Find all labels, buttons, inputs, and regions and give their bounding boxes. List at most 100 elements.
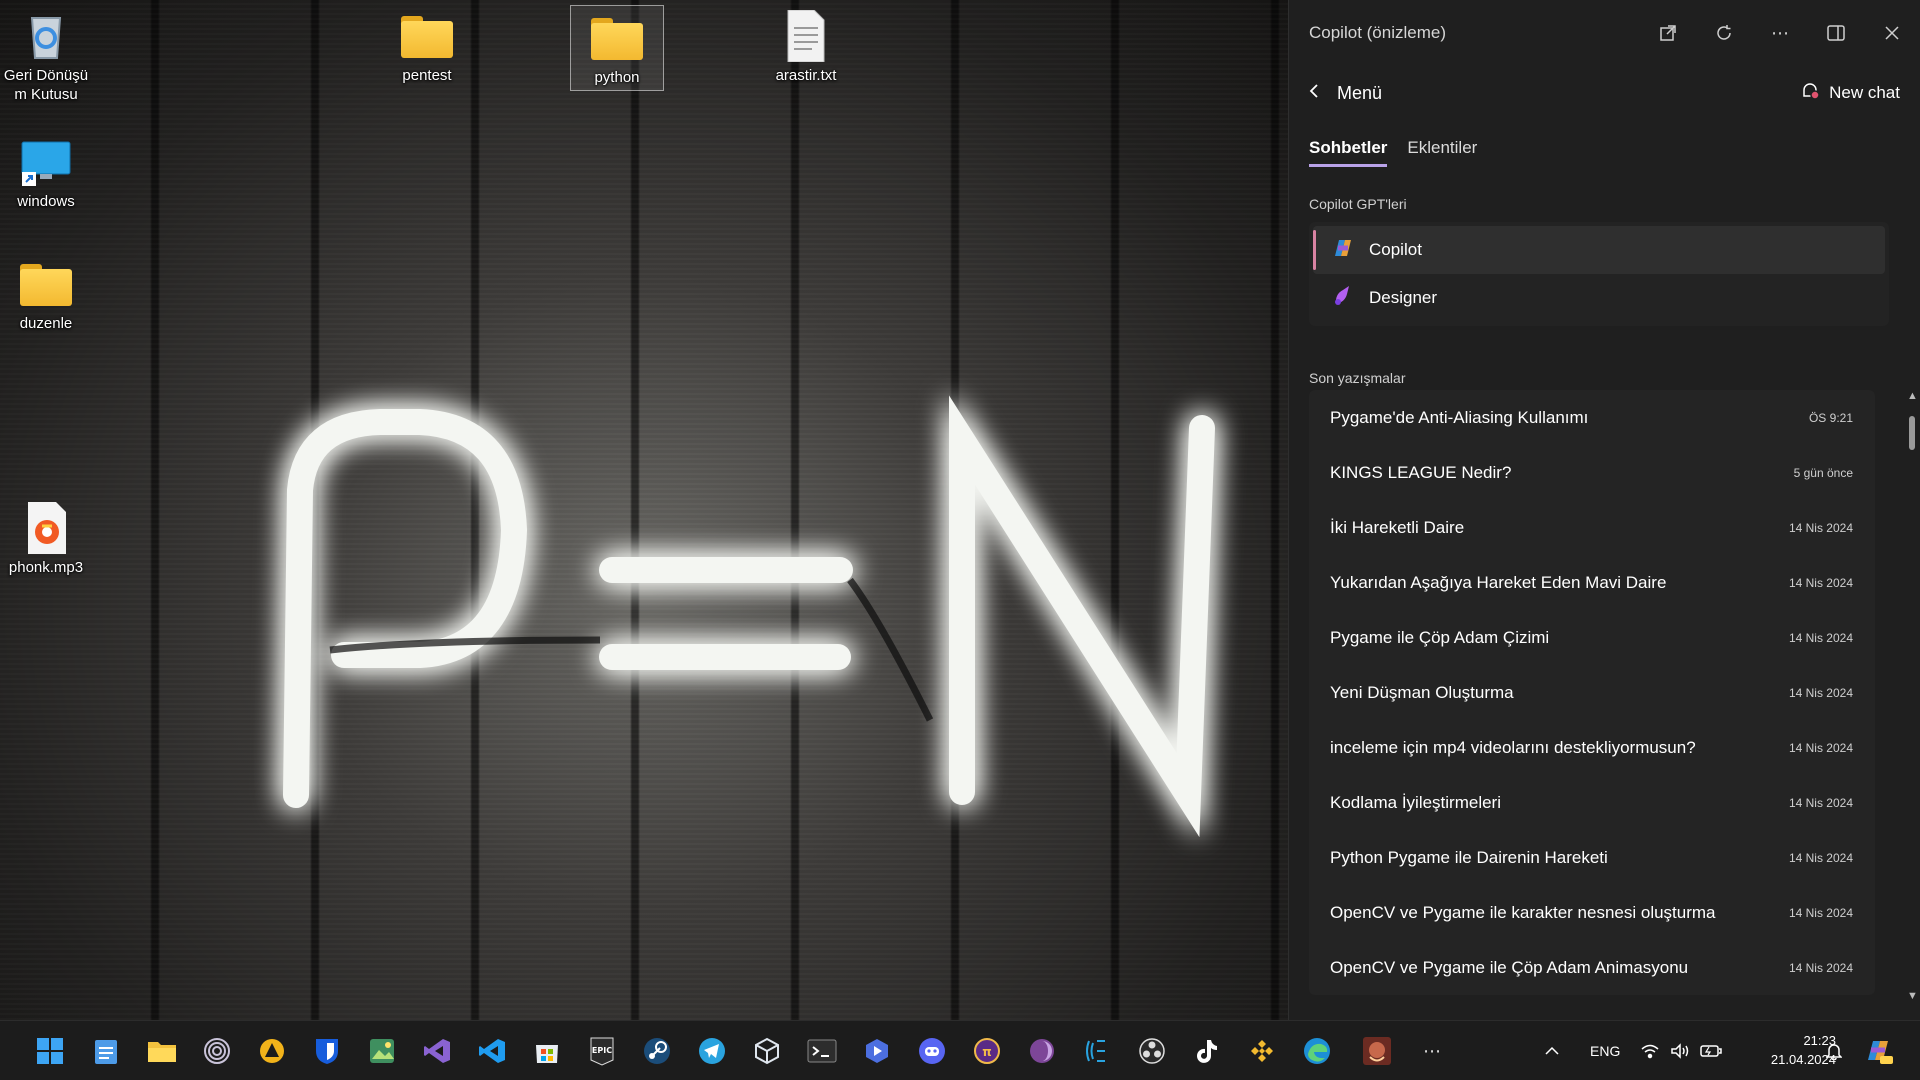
desktop-icon-windows[interactable]: windows xyxy=(0,130,92,211)
steam-icon[interactable] xyxy=(637,1031,677,1071)
chat-history-item[interactable]: Yukarıdan Aşağıya Hareket Eden Mavi Dair… xyxy=(1309,555,1875,610)
bitwarden-icon[interactable] xyxy=(307,1031,347,1071)
copilot-title: Copilot (önizleme) xyxy=(1309,23,1446,42)
open-external-icon[interactable] xyxy=(1640,13,1696,53)
split-view-icon[interactable] xyxy=(1808,13,1864,53)
designer-logo-icon xyxy=(1331,284,1355,313)
gpt-item-label: Designer xyxy=(1369,288,1438,307)
windows-start-icon[interactable] xyxy=(30,1031,70,1071)
virtualbox-icon[interactable] xyxy=(747,1031,787,1071)
recent-section-title: Son yazışmalar xyxy=(1309,370,1406,386)
tab-eklentiler[interactable]: Eklentiler xyxy=(1407,138,1477,164)
tor-browser-icon[interactable] xyxy=(197,1031,237,1071)
chat-history-item[interactable]: Kodlama İyileştirmeleri 14 Nis 2024 xyxy=(1309,775,1875,830)
scrollbar-thumb[interactable] xyxy=(1909,416,1915,450)
tor-icon[interactable] xyxy=(1022,1031,1062,1071)
chat-history-item[interactable]: Yeni Düşman Oluşturma 14 Nis 2024 xyxy=(1309,665,1875,720)
notification-bell-icon[interactable] xyxy=(1826,1021,1842,1080)
desktop-icon-label: duzenle xyxy=(19,315,73,332)
file-explorer-icon[interactable] xyxy=(142,1031,182,1071)
wifi-icon[interactable] xyxy=(1640,1021,1660,1080)
close-icon[interactable] xyxy=(1864,13,1920,53)
gpt-item-designer[interactable]: Designer xyxy=(1313,274,1885,322)
volume-icon[interactable] xyxy=(1670,1021,1690,1080)
chat-date: 14 Nis 2024 xyxy=(1788,960,1853,975)
taskbar: EPIC π ⋯ ENG 21:23 21.04.2024 xyxy=(0,1020,1920,1080)
telegram-icon[interactable] xyxy=(692,1031,732,1071)
refresh-icon[interactable] xyxy=(1696,13,1752,53)
chat-history-item[interactable]: OpenCV ve Pygame ile Çöp Adam Animasyonu… xyxy=(1309,940,1875,995)
desktop-icon-label: pentest xyxy=(402,67,452,84)
battery-icon[interactable] xyxy=(1700,1021,1722,1080)
chat-title: Yeni Düşman Oluşturma xyxy=(1330,682,1514,702)
chat-history-item[interactable]: KINGS LEAGUE Nedir? 5 gün önce xyxy=(1309,445,1875,500)
recent-chats-scroll[interactable]: Pygame'de Anti-Aliasing Kullanımı ÖS 9:21… xyxy=(1289,390,1920,1002)
gpts-section-title: Copilot GPT'leri xyxy=(1309,196,1407,212)
chat-history-item[interactable]: OpenCV ve Pygame ile karakter nesnesi ol… xyxy=(1309,885,1875,940)
recent-chats-scrollbar[interactable]: ▲ ▼ xyxy=(1904,390,1920,1002)
microsoft-store-icon[interactable] xyxy=(527,1031,567,1071)
gpt-item-copilot[interactable]: Copilot xyxy=(1313,226,1885,274)
neon-letter-n xyxy=(949,395,1215,838)
scroll-down-icon[interactable]: ▼ xyxy=(1907,990,1918,1002)
desktop-icon-pentest[interactable]: pentest xyxy=(381,4,473,85)
copilot-panel: Copilot (önizleme) ⋯ Menü New chat Sohbe… xyxy=(1288,0,1920,1020)
desktop-icon-label: phonk.mp3 xyxy=(8,559,84,576)
obs-icon[interactable] xyxy=(1132,1031,1172,1071)
chat-history-item[interactable]: İki Hareketli Daire 14 Nis 2024 xyxy=(1309,500,1875,555)
chat-history-item[interactable]: Pygame'de Anti-Aliasing Kullanımı ÖS 9:21 xyxy=(1309,390,1875,445)
vscode-icon[interactable] xyxy=(472,1031,512,1071)
tracker-icon[interactable]: π xyxy=(967,1031,1007,1071)
desktop-icon-recycle-bin[interactable]: Geri Dönüşü m Kutusu xyxy=(0,4,92,104)
desktop-icon-label: Geri Dönüşü m Kutusu xyxy=(3,67,89,103)
show-hidden-icons-icon[interactable] xyxy=(1544,1021,1560,1080)
chat-history-item[interactable]: Python Pygame ile Dairenin Hareketi 14 Ni… xyxy=(1309,830,1875,885)
chevron-left-icon xyxy=(1309,83,1319,104)
terminal-icon[interactable] xyxy=(802,1031,842,1071)
desktop-icon-phonk-mp3[interactable]: phonk.mp3 xyxy=(0,496,92,577)
folder-icon xyxy=(401,10,453,62)
desktop-icon-arastir-txt[interactable]: arastir.txt xyxy=(760,4,852,85)
menu-label: Menü xyxy=(1337,82,1383,103)
discord-icon[interactable] xyxy=(912,1031,952,1071)
edge-icon[interactable] xyxy=(1297,1031,1337,1071)
chat-date: ÖS 9:21 xyxy=(1808,410,1853,425)
chat-date: 14 Nis 2024 xyxy=(1788,850,1853,865)
copilot-taskbar-icon[interactable] xyxy=(1864,1021,1894,1080)
image-viewer-icon[interactable] xyxy=(362,1031,402,1071)
desktop-icon-duzenle[interactable]: duzenle xyxy=(0,252,92,333)
binance-icon[interactable] xyxy=(1242,1031,1282,1071)
chat-title: Python Pygame ile Dairenin Hareketi xyxy=(1330,847,1608,867)
epic-label: EPIC xyxy=(592,1046,612,1055)
chat-history-item[interactable]: inceleme için mp4 videolarını destekliyo… xyxy=(1309,720,1875,775)
chat-title: OpenCV ve Pygame ile Çöp Adam Animasyonu xyxy=(1330,957,1689,977)
folder-icon xyxy=(20,258,72,310)
chat-title: inceleme için mp4 videolarını destekliyo… xyxy=(1330,737,1696,757)
app-launcher-icon[interactable] xyxy=(857,1031,897,1071)
visual-studio-icon[interactable] xyxy=(417,1031,457,1071)
more-options-icon[interactable]: ⋯ xyxy=(1752,13,1808,53)
monitor-shortcut-icon xyxy=(20,136,72,188)
artix-icon[interactable] xyxy=(252,1031,292,1071)
new-chat-icon xyxy=(1801,81,1821,106)
game-icon[interactable] xyxy=(1357,1031,1397,1071)
notepad-icon[interactable] xyxy=(86,1031,126,1071)
svg-text:π: π xyxy=(982,1045,992,1059)
scroll-up-icon[interactable]: ▲ xyxy=(1907,390,1918,402)
chat-date: 14 Nis 2024 xyxy=(1788,630,1853,645)
language-indicator[interactable]: ENG xyxy=(1590,1021,1620,1080)
marine-icon[interactable] xyxy=(1077,1031,1117,1071)
chat-title: Yukarıdan Aşağıya Hareket Eden Mavi Dair… xyxy=(1330,572,1667,592)
menu-back-button[interactable]: Menü xyxy=(1309,83,1801,104)
more-icon[interactable]: ⋯ xyxy=(1412,1031,1452,1071)
copilot-menu-row: Menü New chat xyxy=(1289,66,1920,120)
tab-sohbetler[interactable]: Sohbetler xyxy=(1309,138,1388,167)
chat-date: 14 Nis 2024 xyxy=(1788,685,1853,700)
epic-games-icon[interactable]: EPIC xyxy=(582,1031,622,1071)
chat-title: Kodlama İyileştirmeleri xyxy=(1330,792,1501,812)
desktop-icon-python[interactable]: python xyxy=(570,5,664,91)
tiktok-icon[interactable] xyxy=(1187,1031,1227,1071)
recent-chats-list: Pygame'de Anti-Aliasing Kullanımı ÖS 9:21… xyxy=(1309,390,1875,995)
new-chat-button[interactable]: New chat xyxy=(1801,81,1900,106)
chat-history-item[interactable]: Pygame ile Çöp Adam Çizimi 14 Nis 2024 xyxy=(1309,610,1875,665)
